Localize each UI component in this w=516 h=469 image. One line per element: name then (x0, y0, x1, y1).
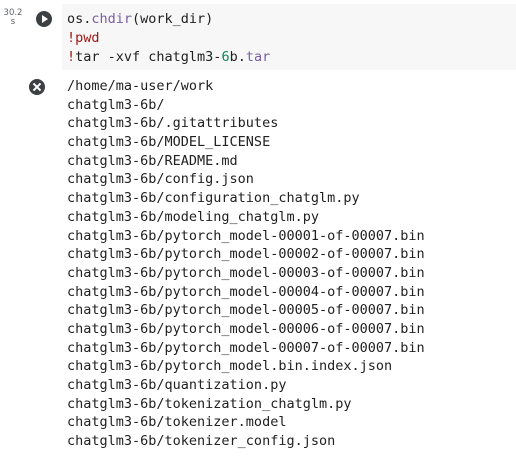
output-line: chatglm3-6b/.gitattributes (67, 115, 279, 132)
code-token: os. (67, 11, 92, 27)
output-line: chatglm3-6b/pytorch_model-00005-of-00007… (67, 302, 425, 319)
code-token: ! (67, 49, 76, 65)
close-circle-icon[interactable] (29, 79, 45, 95)
output-line: chatglm3-6b/config.json (67, 171, 254, 188)
code-editor[interactable]: os.chdir(work_dir) !pwd !tar -xvf chatglm3… (62, 4, 516, 70)
output-line: chatglm3-6b/pytorch_model-00004-of-00007… (67, 283, 425, 300)
code-token: !pwd (67, 30, 100, 46)
output-line: chatglm3-6b/pytorch_model-00003-of-00007… (67, 264, 425, 281)
output-line: chatglm3-6b/pytorch_model-00006-of-00007… (67, 320, 425, 337)
notebook-code-cell: 30.2 s os.chdir(work_dir) !pwd !tar -xvf c… (0, 0, 516, 469)
execution-time-unit: s (10, 17, 16, 27)
output-line: /home/ma-user/work (67, 78, 214, 94)
output-line: chatglm3-6b/tokenizer_config.json (67, 433, 336, 450)
code-token: tar (245, 49, 271, 65)
output-line: chatglm3-6b/pytorch_model-00001-of-00007… (67, 227, 425, 244)
output-line: chatglm3-6b/pytorch_model.bin.index.json (67, 358, 393, 375)
play-circle-icon[interactable] (36, 11, 52, 27)
code-token: 6 (221, 49, 230, 65)
code-token: chdir (91, 11, 133, 27)
output-line: chatglm3-6b/tokenizer.model (67, 414, 287, 431)
code-token: (work_dir) (132, 11, 214, 27)
output-line: chatglm3-6b/tokenization_chatglm.py (67, 395, 352, 412)
output-line: chatglm3-6b/README.md (67, 152, 238, 169)
execution-time: 30.2 s (2, 9, 24, 27)
output-line: chatglm3-6b/MODEL_LICENSE (67, 134, 271, 151)
cell-output: /home/ma-user/work chatglm3-6b/chatglm3-6… (67, 77, 516, 451)
code-line: !pwd (67, 29, 516, 48)
code-line: !tar -xvf chatglm3-6b.tar (67, 48, 516, 67)
output-line: chatglm3-6b/configuration_chatglm.py (67, 190, 360, 207)
code-token: tar -xvf chatglm3- (75, 49, 222, 65)
output-line: chatglm3-6b/quantization.py (67, 377, 287, 393)
output-line: chatglm3-6b/pytorch_model-00002-of-00007… (67, 246, 425, 263)
code-line: os.chdir(work_dir) (67, 10, 516, 29)
output-line: chatglm3-6b/ (67, 96, 165, 113)
output-line: chatglm3-6b/pytorch_model-00007-of-00007… (67, 339, 425, 356)
output-line: chatglm3-6b/modeling_chatglm.py (67, 208, 319, 225)
code-token: b. (229, 49, 246, 65)
